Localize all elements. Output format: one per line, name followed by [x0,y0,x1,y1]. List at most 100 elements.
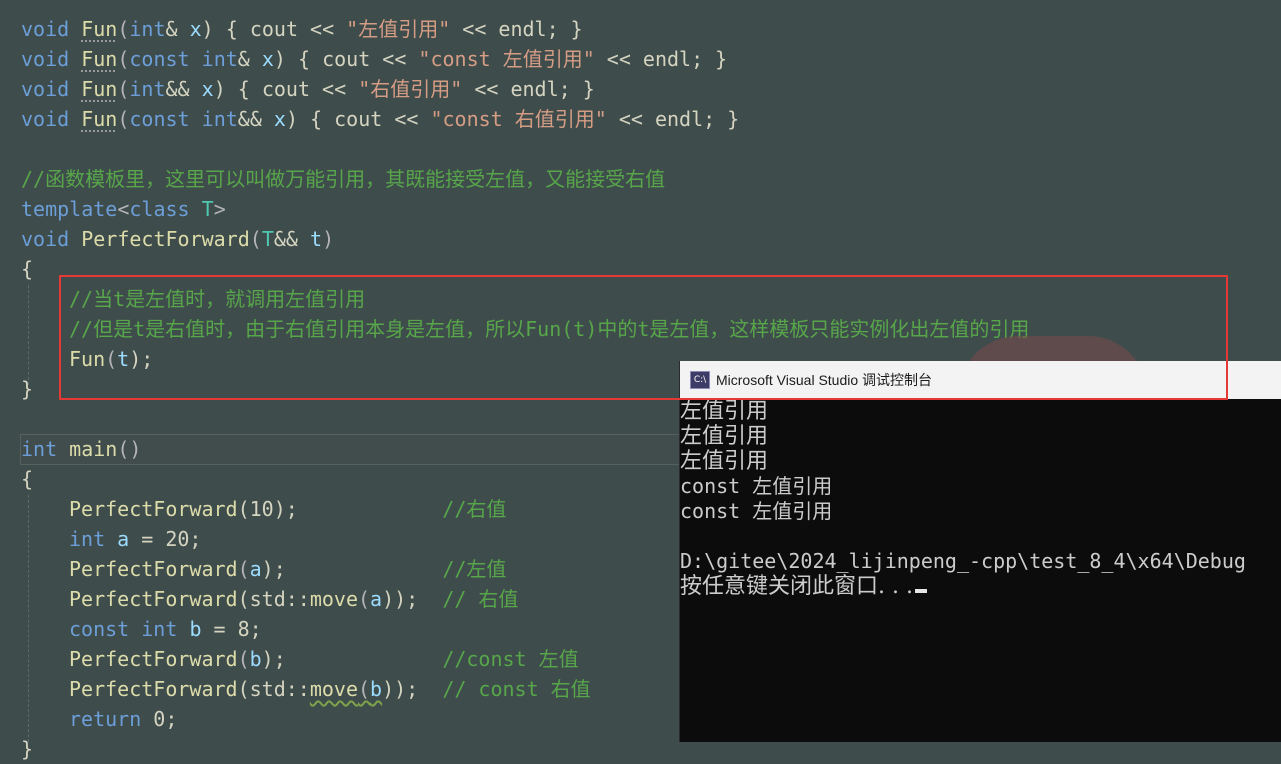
console-line: const 左值引用 [680,474,833,498]
variable-token: x [273,107,286,131]
code-token: << endl; } [450,17,583,41]
keyword-token: void [21,227,70,251]
function-token[interactable]: PerfectForward [81,227,250,251]
punct-token: () [117,437,142,461]
variable-token: x [189,17,202,41]
code-token: << endl; } [462,77,595,101]
function-token[interactable]: Fun [81,17,117,41]
keyword-token: class [129,197,190,221]
code-line[interactable]: const int b = 8; [69,614,262,644]
punct-token: & [237,47,262,71]
code-line[interactable]: { [21,464,33,494]
code-line[interactable]: void PerfectForward(T&& t) [21,224,334,254]
code-line[interactable]: PerfectForward(std::move(a)); // 右值 [69,584,518,614]
punct-token: ( [237,557,250,581]
punct-token: ( [117,17,130,41]
console-prompt-line: 按任意键关闭此窗口. . . [680,574,1281,599]
code-line[interactable]: PerfectForward(b); //const 左值 [69,644,579,674]
punct-token: ( [358,677,371,701]
brace-token: } [21,377,34,401]
console-line: 左值引用 [680,424,769,449]
keyword-token: void [21,107,70,131]
punct-token: )); [382,677,419,701]
code-token: (std:: [237,677,310,701]
code-line[interactable]: PerfectForward(std::move(b)); // const 右… [69,674,591,704]
type-token: T [261,227,274,251]
function-token[interactable]: PerfectForward [69,647,238,671]
function-token[interactable]: move [310,587,358,611]
code-line[interactable]: //函数模板里，这里可以叫做万能引用，其既能接受左值，又能接受右值 [21,164,665,194]
code-line[interactable]: } [21,734,33,764]
function-token[interactable]: PerfectForward [69,497,238,521]
function-token[interactable]: PerfectForward [69,677,238,701]
string-token: "const 左值引用" [418,47,595,71]
keyword-token: int [141,617,178,641]
keyword-token: int [69,527,106,551]
code-line[interactable]: { [21,254,33,284]
function-token[interactable]: move [310,677,358,701]
code-line[interactable]: int main() [21,434,141,464]
punct-token: ( [358,587,371,611]
text-cursor [914,589,927,593]
punct-token: && [165,77,202,101]
code-line[interactable]: template<class T> [21,194,226,224]
comment-token: //函数模板里，这里可以叫做万能引用，其既能接受左值，又能接受右值 [21,167,666,191]
function-token[interactable]: Fun [81,107,117,131]
code-line[interactable]: PerfectForward(a); //左值 [69,554,506,584]
type-token: T [201,197,214,221]
variable-token: a [249,557,262,581]
function-token[interactable]: PerfectForward [69,557,238,581]
function-token[interactable]: Fun [81,77,117,101]
punct-token: ( [117,77,130,101]
punct-token: < [117,197,130,221]
code-line[interactable]: } [21,374,33,404]
code-token: 0; [141,707,178,731]
punct-token: ) [322,227,335,251]
variable-token: b [189,617,202,641]
punct-token: & [165,17,190,41]
console-output[interactable]: 左值引用 左值引用 左值引用 const 左值引用 const 左值引用 D:\… [680,399,1281,599]
debug-console-window[interactable]: C:\ Microsoft Visual Studio 调试控制台 左值引用 左… [679,361,1281,742]
keyword-token: const [129,47,190,71]
punct-token: ( [249,227,262,251]
keyword-token: void [21,47,70,71]
comment-token: //const 左值 [442,647,579,671]
code-line[interactable]: return 0; [69,704,177,734]
punct-token: ); [261,647,286,671]
console-line: const 左值引用 [680,499,833,523]
punct-token: && [273,227,311,251]
code-token: ) { cout << [273,47,419,71]
variable-token: a [117,527,130,551]
variable-token: x [201,77,214,101]
code-line[interactable]: void Fun(int& x) { cout << "左值引用" << end… [21,14,583,44]
comment-token: //左值 [442,557,507,581]
code-line[interactable]: void Fun(int&& x) { cout << "右值引用" << en… [21,74,595,104]
variable-token: x [261,47,274,71]
code-token: (std:: [237,587,310,611]
keyword-token: int [201,47,238,71]
code-line[interactable]: void Fun(const int& x) { cout << "const … [21,44,727,74]
punct-token: )); [382,587,419,611]
variable-token: b [249,647,262,671]
code-line[interactable]: int a = 20; [69,524,201,554]
variable-token: t [310,227,323,251]
function-token[interactable]: Fun [81,47,117,71]
indent-guide [28,285,29,385]
keyword-token: void [21,17,70,41]
annotation-highlight-box [59,275,1228,400]
indent-guide [28,495,29,742]
function-token[interactable]: PerfectForward [69,587,238,611]
console-line: D:\gitee\2024_lijinpeng_-cpp\test_8_4\x6… [680,549,1246,573]
code-line[interactable]: void Fun(const int&& x) { cout << "const… [21,104,739,134]
code-line[interactable]: PerfectForward(10); //右值 [69,494,506,524]
function-token[interactable]: main [69,437,117,461]
code-token: ) { cout << [201,17,347,41]
keyword-token: int [21,437,58,461]
code-token: << endl; } [606,107,740,131]
